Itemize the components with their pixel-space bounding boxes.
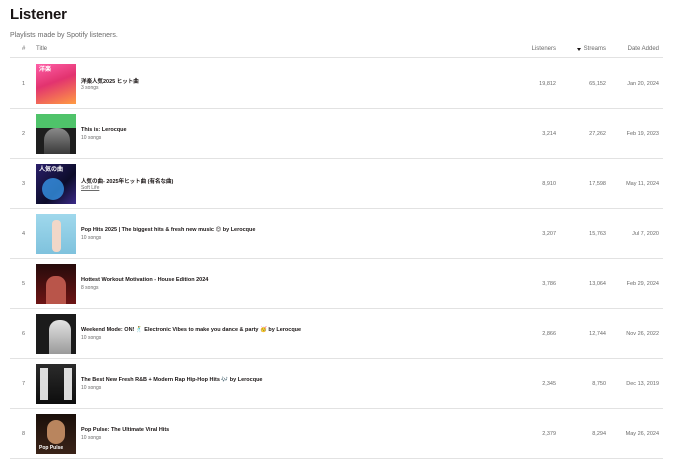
playlist-name[interactable]: Weekend Mode: ON! 🕺 Electronic Vibes to …	[81, 327, 301, 333]
table-row[interactable]: 4 Pop Hits 2025 | The biggest hits & fre…	[10, 209, 663, 259]
cover-title: 洋楽	[39, 67, 52, 73]
date-added: Jan 20, 2024	[627, 81, 659, 87]
table-row[interactable]: 5 Hottest Workout Motivation - House Edi…	[10, 259, 663, 309]
row-index: 2	[22, 131, 26, 137]
playlist-cover[interactable]	[36, 214, 76, 254]
playlist-song-count: 10 songs	[81, 135, 102, 141]
date-added: Jul 7, 2020	[632, 231, 659, 237]
playlist-name[interactable]: The Best New Fresh R&B + Modern Rap Hip-…	[81, 377, 263, 383]
listeners-count: 2,345	[542, 381, 556, 387]
playlist-name[interactable]: Pop Hits 2025 | The biggest hits & fresh…	[81, 227, 255, 233]
playlist-cover[interactable]	[36, 114, 76, 154]
date-added: Nov 26, 2022	[626, 331, 659, 337]
date-added: Dec 13, 2019	[626, 381, 659, 387]
playlist-table: 1 洋楽 洋楽人気2025 ヒット曲 3 songs 19,812 65,152…	[10, 59, 663, 459]
listeners-count: 3,207	[542, 231, 556, 237]
page-title: Listener	[10, 6, 67, 23]
column-header-title[interactable]: Title	[36, 46, 47, 52]
listeners-count: 19,812	[539, 81, 556, 87]
streams-count: 65,152	[589, 81, 606, 87]
table-header: # Title Listeners Streams Date Added	[10, 44, 663, 58]
row-index: 3	[22, 181, 26, 187]
table-row[interactable]: 1 洋楽 洋楽人気2025 ヒット曲 3 songs 19,812 65,152…	[10, 59, 663, 109]
table-row[interactable]: 2 This is: Lerocque 10 songs 3,214 27,26…	[10, 109, 663, 159]
cover-title: Pop Pulse	[39, 445, 64, 451]
streams-count: 8,750	[592, 381, 606, 387]
cover-artist-photo	[52, 220, 61, 252]
playlist-song-count: 10 songs	[81, 335, 102, 341]
listeners-count: 8,910	[542, 181, 556, 187]
date-added: May 11, 2024	[626, 181, 659, 187]
sort-descending-icon	[576, 47, 581, 51]
cover-artist-photo	[47, 420, 65, 444]
listeners-count: 2,379	[542, 431, 556, 437]
streams-count: 27,262	[589, 131, 606, 137]
cover-artist-photo	[44, 128, 70, 154]
row-index: 4	[22, 231, 26, 237]
listeners-count: 2,866	[542, 331, 556, 337]
playlist-song-count: 10 songs	[81, 385, 102, 391]
column-header-date-added[interactable]: Date Added	[628, 46, 659, 52]
column-header-number: #	[22, 46, 26, 52]
column-header-streams-label: Streams	[583, 46, 606, 52]
cover-glow	[42, 178, 64, 200]
listeners-count: 3,214	[542, 131, 556, 137]
row-index: 6	[22, 331, 26, 337]
cover-band	[36, 114, 76, 128]
streams-count: 17,598	[589, 181, 606, 187]
playlist-owner-link[interactable]: Soft Life	[81, 185, 99, 191]
playlist-name[interactable]: 洋楽人気2025 ヒット曲	[81, 77, 139, 85]
playlist-song-count: 10 songs	[81, 235, 102, 241]
playlist-song-count: 8 songs	[81, 285, 99, 291]
table-row[interactable]: 6 Weekend Mode: ON! 🕺 Electronic Vibes t…	[10, 309, 663, 359]
playlist-song-count: 10 songs	[81, 435, 102, 441]
listeners-count: 3,786	[542, 281, 556, 287]
cover-artist-photo	[46, 276, 66, 304]
playlist-name[interactable]: 人気の曲- 2025年ヒット曲 (有名な曲)	[81, 177, 173, 185]
table-row[interactable]: 3 人気の曲 人気の曲- 2025年ヒット曲 (有名な曲) Soft Life …	[10, 159, 663, 209]
playlist-cover[interactable]	[36, 264, 76, 304]
cover-stripe	[64, 368, 72, 400]
date-added: May 26, 2024	[625, 431, 659, 437]
streams-count: 8,294	[592, 431, 606, 437]
row-index: 5	[22, 281, 26, 287]
playlist-cover[interactable]: 洋楽	[36, 64, 76, 104]
table-row[interactable]: 7 The Best New Fresh R&B + Modern Rap Hi…	[10, 359, 663, 409]
cover-title: 人気の曲	[39, 167, 64, 173]
streams-count: 13,064	[589, 281, 606, 287]
playlist-cover[interactable]: 人気の曲	[36, 164, 76, 204]
row-index: 1	[22, 81, 26, 87]
page-subtitle: Playlists made by Spotify listeners.	[10, 32, 118, 39]
streams-count: 12,744	[589, 331, 606, 337]
playlist-cover[interactable]	[36, 314, 76, 354]
playlist-name[interactable]: This is: Lerocque	[81, 127, 127, 133]
row-index: 8	[22, 431, 26, 437]
date-added: Feb 19, 2023	[626, 131, 659, 137]
playlist-cover[interactable]	[36, 364, 76, 404]
streams-count: 15,763	[589, 231, 606, 237]
cover-artist-photo	[49, 320, 71, 354]
playlist-song-count: 3 songs	[81, 85, 99, 91]
table-row[interactable]: 8 Pop Pulse Pop Pulse: The Ultimate Vira…	[10, 409, 663, 459]
column-header-streams[interactable]: Streams	[576, 46, 606, 52]
column-header-listeners[interactable]: Listeners	[532, 46, 556, 52]
playlist-cover[interactable]: Pop Pulse	[36, 414, 76, 454]
row-index: 7	[22, 381, 26, 387]
playlist-name[interactable]: Hottest Workout Motivation - House Editi…	[81, 277, 208, 283]
date-added: Feb 29, 2024	[626, 281, 659, 287]
playlist-name[interactable]: Pop Pulse: The Ultimate Viral Hits	[81, 427, 169, 433]
cover-stripe	[40, 368, 48, 400]
